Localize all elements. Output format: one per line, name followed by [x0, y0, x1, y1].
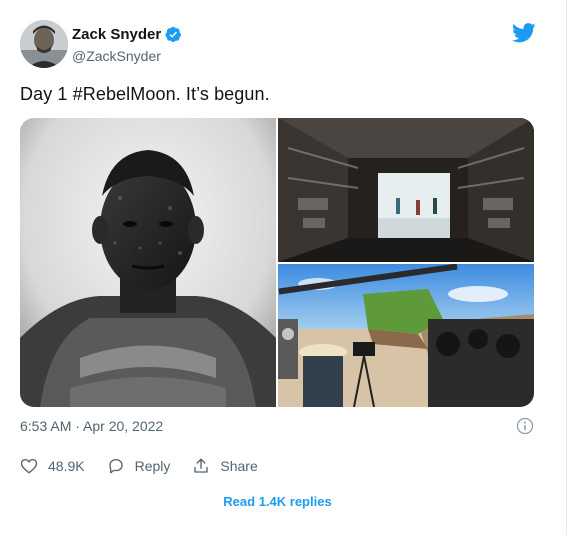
author-handle[interactable]: @ZackSnyder: [72, 48, 161, 64]
reply-icon: [108, 458, 123, 474]
share-label: Share: [220, 458, 258, 474]
like-button[interactable]: 48.9K: [20, 457, 85, 475]
author-name-row[interactable]: Zack Snyder: [72, 26, 182, 43]
heart-icon: [20, 458, 38, 474]
photo-spaceship-hangar[interactable]: [278, 118, 534, 262]
twitter-bird-icon[interactable]: [512, 23, 536, 43]
avatar[interactable]: [20, 20, 68, 68]
like-count: 48.9K: [48, 458, 85, 474]
tweet-actions: 48.9K Reply Share: [20, 457, 280, 475]
tweet-timestamp[interactable]: 6:53 AM · Apr 20, 2022: [20, 418, 163, 434]
photo-desert-film-set[interactable]: [278, 263, 534, 407]
reply-button[interactable]: Reply: [107, 457, 171, 475]
photo-portrait-warrior[interactable]: [20, 118, 276, 407]
reply-label: Reply: [134, 458, 171, 474]
share-button[interactable]: Share: [192, 457, 258, 475]
media-grid: [20, 118, 534, 407]
tweet-text: Day 1 #RebelMoon. It’s begun.: [20, 84, 270, 104]
share-icon: [194, 458, 209, 473]
read-replies-link[interactable]: Read 1.4K replies: [0, 494, 555, 509]
verified-badge-icon: [165, 26, 182, 43]
info-icon[interactable]: [516, 417, 534, 435]
author-name[interactable]: Zack Snyder: [72, 26, 161, 43]
tweet-card: Zack Snyder @ZackSnyder Day 1 #RebelMoon…: [0, 0, 567, 535]
